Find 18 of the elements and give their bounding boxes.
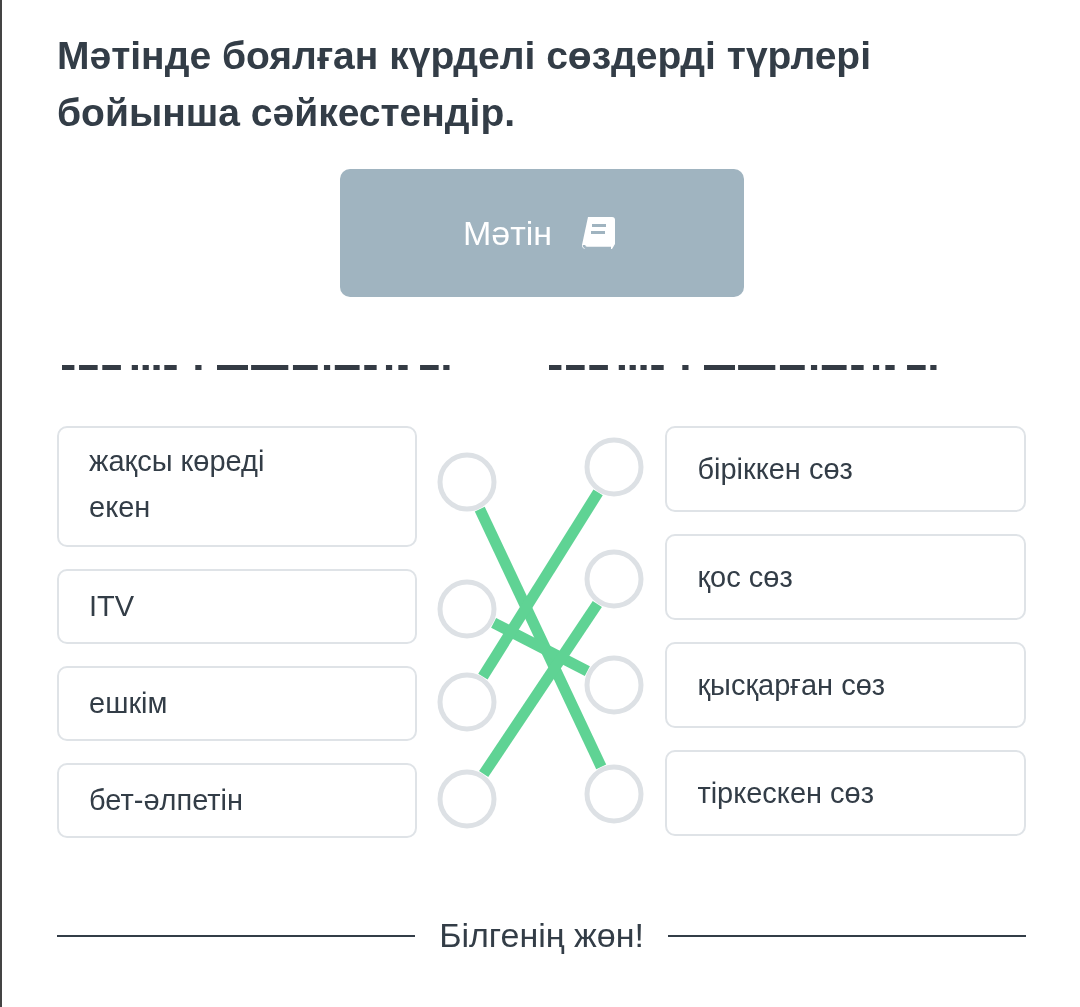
answer-card[interactable]: біріккен сөз — [665, 426, 1026, 513]
answer-card[interactable]: тіркескен сөз — [665, 750, 1026, 837]
answer-card[interactable]: ITV — [57, 569, 417, 645]
footer-text: Білгенің жөн! — [439, 915, 644, 957]
answer-card[interactable]: ешкім — [57, 666, 417, 742]
answer-card[interactable]: қысқарған сөз — [665, 642, 1026, 729]
answer-card[interactable]: жақсы көреді екен — [57, 426, 417, 548]
connector-handle[interactable] — [584, 655, 644, 715]
answer-card[interactable]: қос сөз — [665, 534, 1026, 621]
connector-handle[interactable] — [437, 579, 497, 639]
question-title: Мәтінде боялған күрделі сөздерді түрлері бойынша сәйкестендір. — [57, 33, 873, 136]
connector-handle[interactable] — [437, 672, 497, 732]
connector-handle[interactable] — [584, 437, 644, 497]
connector-handle[interactable] — [584, 549, 644, 609]
answer-card[interactable]: бет-әлпетін — [57, 763, 417, 839]
connector-handle[interactable] — [584, 764, 644, 824]
connector-handle[interactable] — [437, 769, 497, 829]
connector-handle[interactable] — [437, 452, 497, 512]
